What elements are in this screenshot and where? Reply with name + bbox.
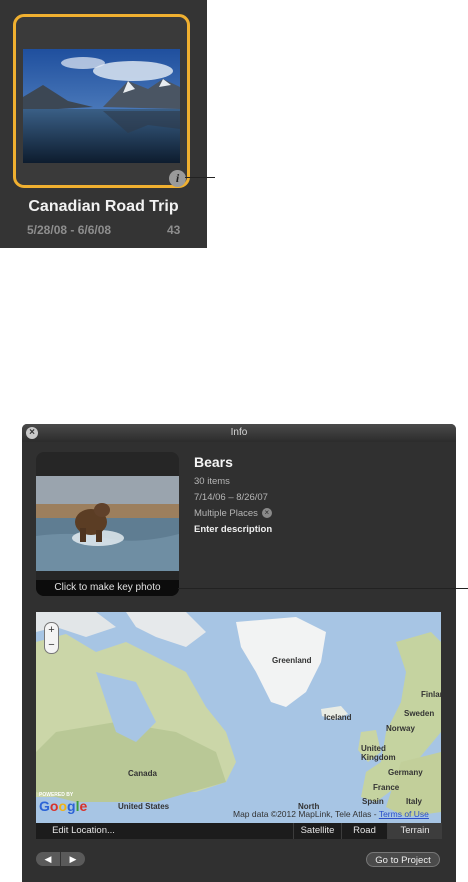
event-date-range: 7/14/06 – 8/26/07 <box>194 492 268 503</box>
zoom-out-button[interactable]: − <box>45 638 58 653</box>
map-label-finland: Finland <box>421 690 441 699</box>
window-title: Info <box>230 427 248 438</box>
map-label-spain: Spain <box>362 797 384 806</box>
road-button[interactable]: Road <box>341 823 387 839</box>
map-label-sweden: Sweden <box>404 709 435 718</box>
edit-location-button[interactable]: Edit Location... <box>36 823 131 839</box>
places-label[interactable]: Multiple Places <box>194 508 258 519</box>
terms-of-use-link[interactable]: Terms of Use <box>379 809 429 819</box>
google-logo: Google <box>39 798 88 814</box>
event-item-count: 30 items <box>194 476 230 487</box>
map-label-norway: Norway <box>386 724 415 733</box>
event-places: Multiple Places × <box>194 508 272 519</box>
event-tile-panel: i Canadian Road Trip 5/28/08 - 6/6/08 43 <box>0 0 207 248</box>
event-tile[interactable]: i <box>13 14 190 188</box>
map-label-kingdom: Kingdom <box>361 753 396 762</box>
info-window: × Info Click to make key photo Bears 30 … <box>22 424 456 882</box>
satellite-button[interactable]: Satellite <box>293 823 341 839</box>
map-label-canada: Canada <box>128 769 157 778</box>
event-title: Canadian Road Trip <box>28 198 179 215</box>
places-map[interactable]: Greenland Iceland Canada United Kingdom … <box>36 612 441 823</box>
map-label-united: United <box>361 744 386 753</box>
map-label-iceland: Iceland <box>324 713 352 722</box>
map-label-france: France <box>373 783 400 792</box>
event-key-photo <box>23 49 180 163</box>
previous-arrow-icon[interactable]: ◀ <box>36 852 61 866</box>
event-photo-count: 43 <box>167 223 181 237</box>
event-name[interactable]: Bears <box>194 454 233 470</box>
go-to-project-button[interactable]: Go to Project <box>366 852 440 867</box>
description-field[interactable]: Enter description <box>194 524 272 535</box>
window-titlebar: × Info <box>22 424 456 442</box>
map-toolbar: Edit Location... Satellite Road Terrain <box>36 823 442 839</box>
map-label-germany: Germany <box>388 768 423 777</box>
event-nav-buttons: ◀ ▶ <box>36 852 85 866</box>
map-label-greenland: Greenland <box>272 656 312 665</box>
info-icon[interactable]: i <box>169 170 186 187</box>
clear-places-icon[interactable]: × <box>261 508 272 519</box>
map-label-united-states: United States <box>118 802 170 811</box>
next-arrow-icon[interactable]: ▶ <box>61 852 85 866</box>
map-zoom-control: + − <box>44 622 59 654</box>
key-photo-frame[interactable]: Click to make key photo <box>36 452 179 596</box>
key-photo-caption[interactable]: Click to make key photo <box>36 580 179 596</box>
zoom-in-button[interactable]: + <box>45 623 58 638</box>
callout-line <box>178 588 468 589</box>
event-date-range: 5/28/08 - 6/6/08 <box>27 223 112 237</box>
terrain-button[interactable]: Terrain <box>387 823 442 839</box>
callout-line <box>185 177 215 178</box>
key-photo <box>36 476 179 571</box>
map-label-italy: Italy <box>406 797 423 806</box>
map-attribution: Map data ©2012 MapLink, Tele Atlas - Ter… <box>233 809 429 819</box>
